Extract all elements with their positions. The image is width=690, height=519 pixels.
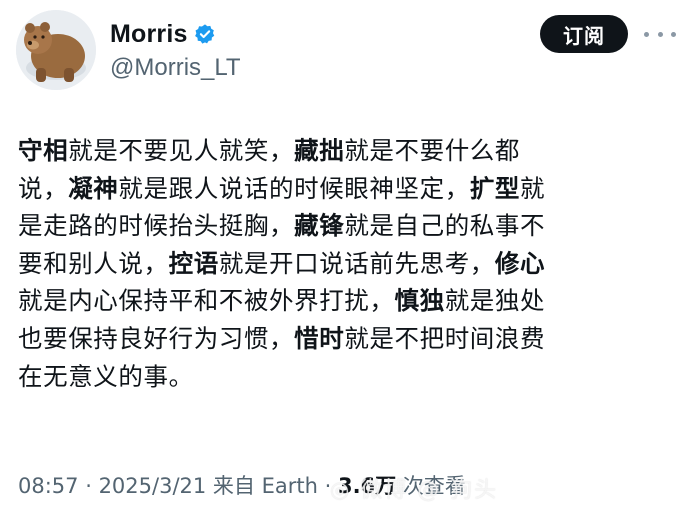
subscribe-button[interactable]: 订阅 — [540, 15, 628, 53]
tweet-line: 也要保持良好行为习惯，惜时就是不把时间浪费 — [18, 320, 658, 358]
tweet-line: 是走路的时候抬头挺胸，藏锋就是自己的私事不 — [18, 207, 658, 245]
meta-separator: · — [317, 474, 338, 498]
tweet-keyword: 扩型 — [469, 173, 521, 203]
tweet-segment: 是走路的时候抬头挺胸， — [18, 211, 295, 241]
tweet-line: 守相就是不要见人就笑，藏拙就是不要什么都 — [18, 132, 658, 170]
tweet-segment: 也要保持良好行为习惯， — [18, 323, 295, 353]
tweet-segment: 就 — [520, 173, 546, 203]
tweet-keyword: 凝神 — [68, 173, 119, 203]
tweet-keyword: 慎独 — [394, 286, 445, 316]
tweet-keyword: 守相 — [18, 136, 69, 165]
tweet-segment: 就是不把时间浪费 — [344, 323, 546, 353]
view-count-label: 次查看 — [396, 474, 466, 498]
tweet-segment: 就是自己的私事不 — [344, 211, 546, 241]
meta-separator: · — [78, 474, 99, 498]
tweet-line: 就是内心保持平和不被外界打扰，慎独就是独处 — [18, 282, 658, 320]
tweet-line: 说，凝神就是跟人说话的时候眼神坚定，扩型就 — [18, 170, 658, 208]
tweet-segment: 就是不要见人就笑， — [68, 136, 295, 165]
view-count: 3.6万 — [337, 474, 397, 498]
tweet-segment: 就是不要什么都 — [344, 136, 521, 165]
author-display-name[interactable]: Morris — [110, 20, 188, 49]
tweet-card: Morris @Morris_LT 订阅 守相就是不要见人就笑，藏拙就是不要什么… — [0, 0, 690, 519]
tweet-segment: 就是独处 — [444, 286, 546, 316]
bear-avatar-icon — [16, 10, 96, 90]
more-dot — [657, 31, 663, 37]
more-dots-icon[interactable] — [644, 22, 676, 46]
tweet-segment: 就是跟人说话的时候眼神坚定， — [118, 173, 470, 203]
more-dot — [671, 31, 676, 37]
tweet-keyword: 惜时 — [294, 323, 345, 353]
tweet-time[interactable]: 08:57 — [18, 474, 79, 498]
tweet-line: 要和别人说，控语就是开口说话前先思考，修心 — [18, 245, 658, 283]
tweet-segment: 就是开口说话前先思考， — [218, 248, 495, 278]
author-handle[interactable]: @Morris_LT — [110, 54, 241, 82]
tweet-keyword: 藏拙 — [294, 136, 345, 165]
tweet-line: 在无意义的事。 — [18, 358, 658, 396]
tweet-segment: 在无意义的事。 — [18, 361, 194, 391]
tweet-keyword: 修心 — [494, 248, 546, 278]
tweet-text: 守相就是不要见人就笑，藏拙就是不要什么都 说，凝神就是跟人说话的时候眼神坚定，扩型… — [18, 132, 658, 395]
more-dot — [644, 31, 649, 37]
tweet-keyword: 控语 — [168, 248, 219, 278]
tweet-source: 来自 Earth — [206, 474, 318, 498]
tweet-date[interactable]: 2025/3/21 — [99, 474, 207, 498]
tweet-segment: 说， — [18, 173, 69, 203]
avatar[interactable] — [16, 10, 96, 90]
tweet-keyword: 藏锋 — [294, 211, 345, 241]
tweet-segment: 要和别人说， — [18, 248, 169, 278]
verified-badge-icon — [194, 23, 216, 45]
tweet-meta: 08:57 · 2025/3/21 来自 Earth · 3.6万 次查看 — [18, 470, 466, 500]
author-name-row: Morris — [110, 18, 216, 50]
tweet-segment: 就是内心保持平和不被外界打扰， — [18, 286, 395, 316]
